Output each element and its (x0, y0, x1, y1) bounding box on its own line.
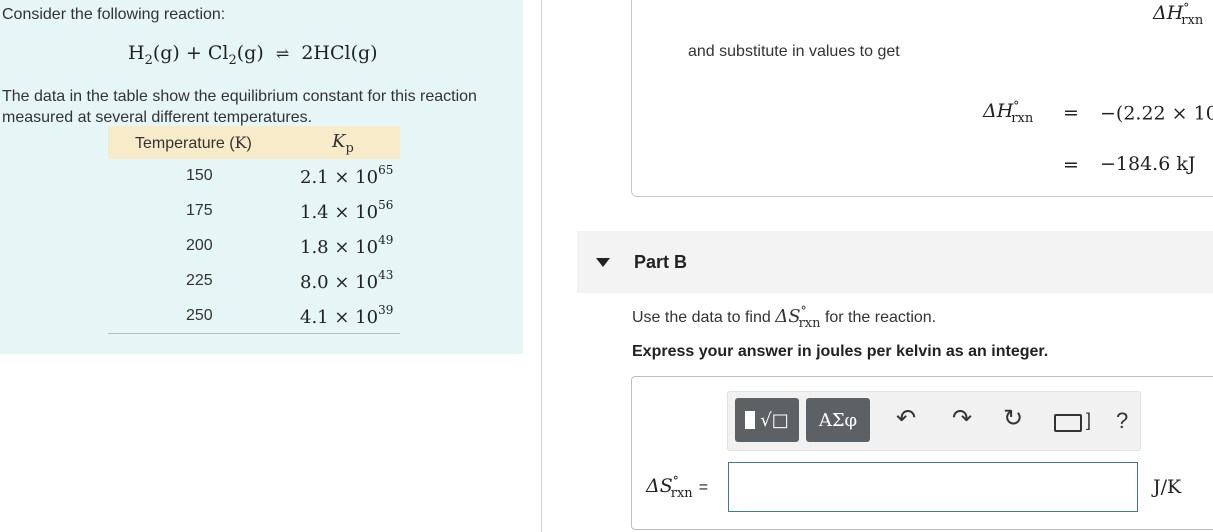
delta-h-expression: −(2.22 × 104 (1100, 102, 1213, 125)
table-header: Temperature (K) Kp (108, 126, 400, 159)
undo-icon[interactable]: ↶ (896, 404, 916, 433)
temperature-cell: 150 (186, 167, 213, 184)
description-text: The data in the table show the equilibri… (2, 88, 477, 126)
part-b-title: Part B (634, 252, 688, 272)
delta-h-top: ΔH°rxn (1153, 1, 1204, 28)
table-row: 200 1.8 × 1049 (108, 229, 400, 264)
kp-cell: 1.4 × 1056 (300, 198, 394, 223)
keyboard-icon[interactable] (1054, 414, 1082, 432)
temperature-cell: 225 (186, 272, 213, 289)
kp-cell: 4.1 × 1039 (300, 303, 394, 328)
answer-label: ΔS°rxn = (646, 474, 709, 501)
reaction-equation: H2(g) + Cl2(g) ⇌ 2HCl(g) (128, 42, 378, 68)
delta-h-symbol: ΔH°rxn (983, 99, 1034, 126)
header-temperature: Temperature (K) (135, 133, 252, 152)
keyboard-bracket: ] (1086, 410, 1092, 430)
collapse-caret-icon[interactable] (596, 258, 610, 267)
substitute-text: and substitute in values to get (688, 43, 900, 60)
table-row: 250 4.1 × 1039 (108, 299, 400, 334)
kp-cell: 1.8 × 1049 (300, 233, 394, 258)
table-row: 150 2.1 × 1065 (108, 159, 400, 194)
delta-h-result: −184.6 kJ (1100, 153, 1196, 175)
redo-icon[interactable]: ↷ (952, 404, 972, 433)
equals-sign-1: = (1063, 102, 1079, 124)
temperature-cell: 175 (186, 202, 213, 219)
reset-icon[interactable]: ↻ (1003, 404, 1023, 433)
temperature-cell: 200 (186, 237, 213, 254)
kp-cell: 2.1 × 1065 (300, 163, 394, 188)
answer-instruction: Express your answer in joules per kelvin… (632, 343, 1049, 360)
math-toolbar: √□ ΑΣφ ↶ ↷ ↻ ] ? (727, 391, 1141, 451)
greek-symbols-button[interactable]: ΑΣφ (806, 398, 870, 442)
template-box-icon (745, 411, 756, 429)
equals-sign-2: = (1063, 154, 1079, 176)
panel-divider[interactable] (541, 0, 542, 532)
table-row: 175 1.4 × 1056 (108, 194, 400, 229)
header-kp: Kp (332, 131, 354, 156)
answer-input[interactable] (728, 462, 1138, 512)
kp-cell: 8.0 × 1043 (300, 268, 394, 293)
intro-text: Consider the following reaction: (2, 6, 226, 23)
help-button[interactable]: ? (1116, 408, 1128, 434)
part-b-question: Use the data to find ΔS°rxn for the reac… (632, 304, 937, 331)
templates-button[interactable]: √□ (735, 398, 799, 442)
temperature-cell: 250 (186, 307, 213, 324)
table-row: 225 8.0 × 1043 (108, 264, 400, 299)
equilibrium-table: Temperature (K) Kp 150 2.1 × 1065 175 1.… (108, 126, 400, 334)
unit-label: J/K (1153, 476, 1182, 498)
